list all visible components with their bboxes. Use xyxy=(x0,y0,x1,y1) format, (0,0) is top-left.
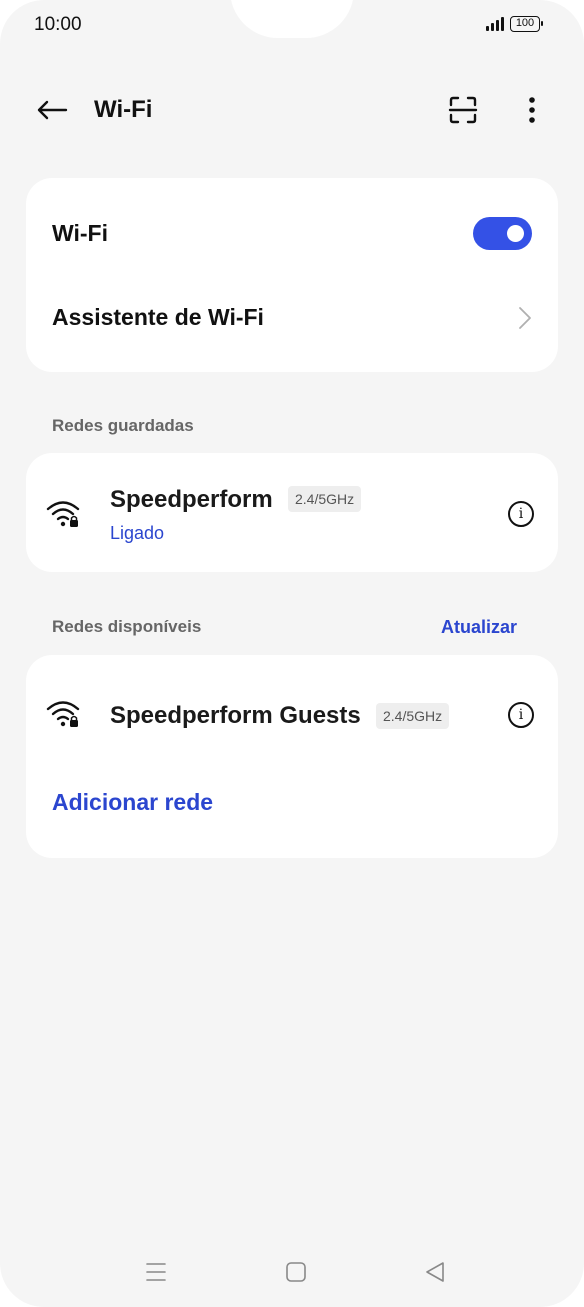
nav-home-button[interactable] xyxy=(282,1258,310,1286)
saved-networks-heading: Redes guardadas xyxy=(52,416,194,435)
page-title: Wi-Fi xyxy=(94,96,153,123)
camera-notch xyxy=(230,0,354,38)
wifi-settings-card: Wi-Fi Assistente de Wi-Fi xyxy=(26,178,558,372)
saved-network-item[interactable]: Speedperform 2.4/5GHz Ligado i xyxy=(26,453,558,572)
more-options-button[interactable] xyxy=(518,94,546,126)
scan-qr-button[interactable] xyxy=(446,94,480,126)
home-square-icon xyxy=(286,1262,306,1282)
wifi-assistant-label: Assistente de Wi-Fi xyxy=(52,304,264,330)
network-name: Speedperform Guests xyxy=(110,702,361,729)
chevron-right-icon xyxy=(519,307,531,329)
back-button[interactable] xyxy=(34,94,70,126)
wifi-locked-icon xyxy=(46,701,80,727)
wifi-toggle[interactable] xyxy=(473,217,532,250)
more-vertical-icon xyxy=(529,97,535,123)
battery-icon: 100 xyxy=(510,16,543,32)
band-badge: 2.4/5GHz xyxy=(376,703,450,729)
status-icons: 100 xyxy=(486,16,543,32)
refresh-button[interactable]: Atualizar xyxy=(441,617,517,638)
available-networks-heading: Redes disponíveis xyxy=(52,617,202,636)
nav-back-button[interactable] xyxy=(421,1258,449,1286)
wifi-label: Wi-Fi xyxy=(52,220,108,246)
wifi-assistant-row[interactable]: Assistente de Wi-Fi xyxy=(52,304,532,334)
band-badge: 2.4/5GHz xyxy=(288,486,362,512)
nav-menu-button[interactable] xyxy=(142,1258,170,1286)
wifi-locked-icon xyxy=(46,501,80,527)
info-icon[interactable]: i xyxy=(508,702,534,728)
available-network-item[interactable]: Speedperform Guests 2.4/5GHz i xyxy=(26,677,558,755)
toggle-knob xyxy=(507,225,524,242)
menu-icon xyxy=(146,1263,166,1281)
info-icon[interactable]: i xyxy=(508,501,534,527)
connection-status: Ligado xyxy=(110,523,165,543)
back-triangle-icon xyxy=(426,1262,444,1282)
arrow-left-icon xyxy=(37,100,68,120)
network-name: Speedperform xyxy=(110,486,273,513)
available-networks-card: Speedperform Guests 2.4/5GHz i Adicionar… xyxy=(26,655,558,858)
signal-icon xyxy=(486,17,504,31)
qr-scan-icon xyxy=(448,96,478,124)
add-network-button[interactable]: Adicionar rede xyxy=(52,789,213,816)
phone-screen: 10:00 100 Wi-Fi Wi-Fi Assistente de Wi-F… xyxy=(0,0,584,1307)
status-time: 10:00 xyxy=(34,14,82,35)
